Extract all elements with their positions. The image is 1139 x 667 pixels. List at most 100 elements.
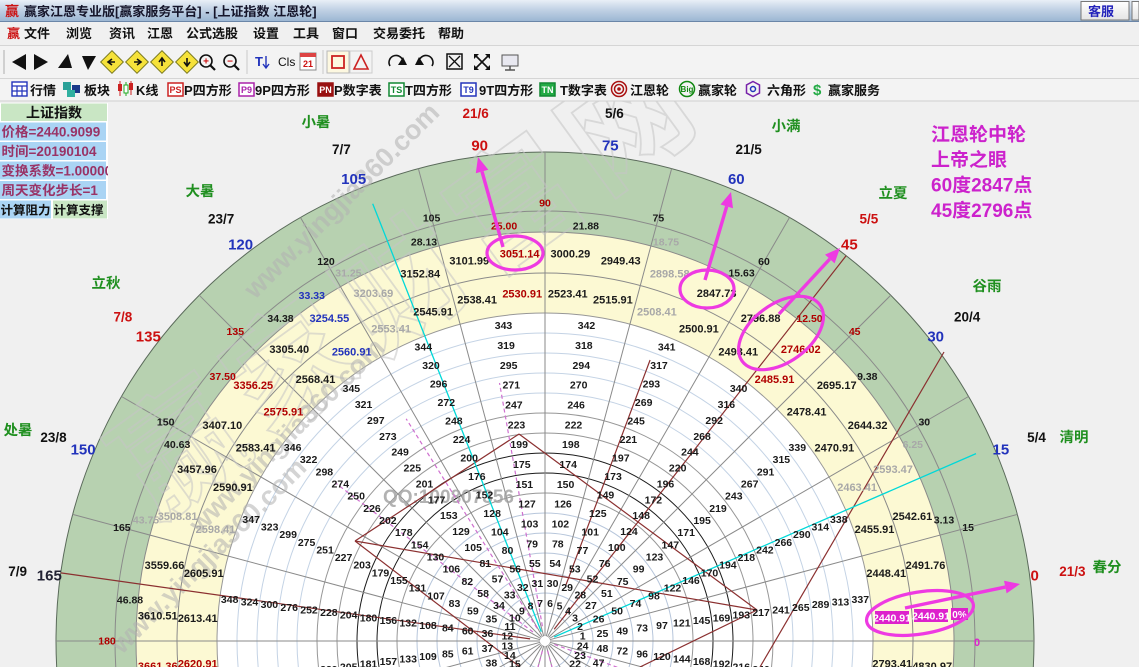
svg-text:105: 105 [341,171,366,188]
svg-text:33.33: 33.33 [299,290,325,302]
svg-text:181: 181 [360,659,378,667]
svg-text:2491.76: 2491.76 [906,560,946,572]
svg-text:51: 51 [601,588,613,600]
svg-text:346: 346 [284,442,302,454]
svg-text:P: P [334,83,343,98]
svg-text:221: 221 [620,434,638,446]
svg-text:293: 293 [643,379,661,391]
svg-text:316: 316 [718,399,736,411]
svg-text:294: 294 [573,360,591,372]
svg-text:269: 269 [635,397,653,409]
svg-text:123: 123 [646,552,664,564]
svg-text:31.25: 31.25 [335,268,361,280]
svg-text:78: 78 [552,538,564,550]
svg-text:120: 120 [317,256,335,268]
svg-text:5: 5 [557,600,563,612]
svg-text:2575.91: 2575.91 [264,406,304,418]
svg-text:Cls: Cls [278,55,295,69]
svg-text:2847: 2847 [971,176,1013,197]
svg-text:50: 50 [611,606,623,618]
svg-text:154: 154 [411,539,429,551]
svg-text:2695.17: 2695.17 [817,380,857,392]
svg-text:52: 52 [587,574,599,586]
svg-text:38: 38 [486,658,498,667]
svg-text:274: 274 [332,478,350,490]
svg-text:T9: T9 [463,85,474,95]
svg-text:3661.36: 3661.36 [138,661,178,667]
svg-text:8: 8 [528,600,534,612]
svg-text:34: 34 [493,600,505,612]
svg-text:250: 250 [347,491,365,503]
svg-text:=20190104: =20190104 [29,144,97,159]
svg-text:45: 45 [841,236,858,253]
svg-text:T: T [255,54,263,69]
svg-text:2568.41: 2568.41 [296,374,336,386]
svg-text:152: 152 [476,490,494,502]
svg-text:318: 318 [575,340,593,352]
svg-text:165: 165 [113,522,131,534]
svg-text:192: 192 [713,659,731,667]
svg-text:12.50: 12.50 [796,313,822,325]
svg-text:100: 100 [608,542,626,554]
svg-text:126: 126 [554,499,572,511]
svg-text:98: 98 [648,590,660,602]
svg-text:2796: 2796 [971,201,1013,222]
svg-text:219: 219 [709,503,727,515]
svg-text:104: 104 [491,527,509,539]
svg-text:135: 135 [136,329,161,346]
svg-text:2455.91: 2455.91 [855,524,895,536]
svg-text:2593.47: 2593.47 [873,464,913,476]
svg-text:343: 343 [495,320,513,332]
svg-text:20/4: 20/4 [954,310,981,325]
svg-text:241: 241 [772,604,790,616]
svg-text:96: 96 [636,648,648,660]
svg-text:197: 197 [612,453,630,465]
svg-text:2605.91: 2605.91 [184,568,224,580]
svg-text:36: 36 [482,628,494,640]
svg-text:5/6: 5/6 [605,106,624,121]
svg-text:265: 265 [792,602,810,614]
svg-text:72: 72 [616,646,628,658]
svg-text:170: 170 [701,567,719,579]
svg-text:130: 130 [427,552,445,564]
svg-text:2485.91: 2485.91 [755,374,795,386]
svg-text:T: T [405,83,413,98]
svg-text:247: 247 [505,400,523,412]
svg-text:2620.91: 2620.91 [178,659,218,667]
svg-text:266: 266 [775,537,793,549]
svg-text:290: 290 [793,529,811,541]
svg-text:106: 106 [443,564,461,576]
svg-text:344: 344 [415,342,433,354]
svg-text:TS: TS [391,85,403,95]
svg-text:348: 348 [221,594,239,606]
svg-text:2440.91: 2440.91 [912,611,950,623]
svg-text:345: 345 [343,383,361,395]
svg-text:3508.81: 3508.81 [158,511,198,523]
svg-text:195: 195 [693,515,711,527]
svg-text:3356.25: 3356.25 [233,380,273,392]
svg-text:3254.55: 3254.55 [310,313,350,325]
svg-text:147: 147 [662,539,680,551]
svg-text:179: 179 [372,567,390,579]
svg-text:121: 121 [673,618,691,630]
svg-text:295: 295 [500,360,518,372]
svg-text:3: 3 [572,612,578,624]
svg-text:=1: =1 [83,183,99,198]
svg-text:244: 244 [681,447,699,459]
svg-text:60: 60 [728,171,745,188]
svg-text:298: 298 [316,466,334,478]
svg-text:252: 252 [300,604,318,616]
svg-text:177: 177 [428,494,446,506]
svg-text:−: − [227,57,233,68]
svg-text:4830.97: 4830.97 [912,661,952,667]
svg-text:82: 82 [461,576,473,588]
svg-text:0: 0 [1031,568,1039,585]
svg-text:323: 323 [261,522,279,534]
svg-text:2448.41: 2448.41 [866,568,906,580]
svg-text:K: K [136,83,146,98]
svg-text:146: 146 [682,575,700,587]
svg-text:153: 153 [440,510,458,522]
svg-text:224: 224 [453,434,471,446]
svg-text:300: 300 [261,599,279,611]
svg-text:321: 321 [355,399,373,411]
